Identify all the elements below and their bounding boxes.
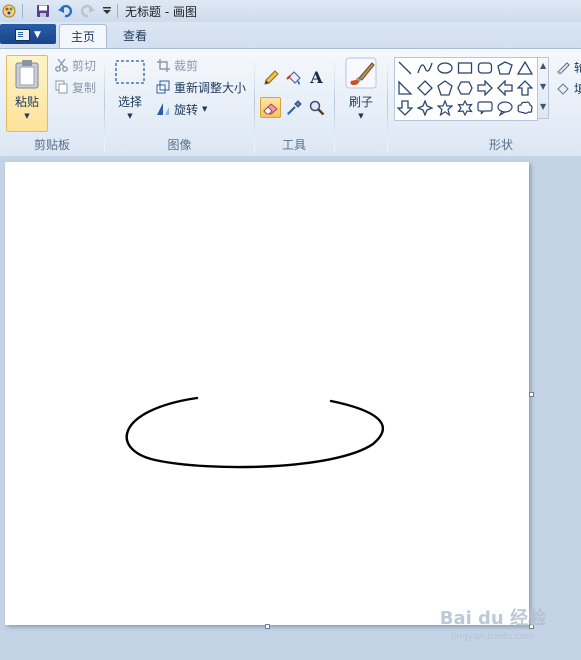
fill-label: 填 xyxy=(574,81,581,96)
more-shapes-icon[interactable]: ▼ xyxy=(540,102,546,111)
fill-icon[interactable] xyxy=(283,67,304,88)
drawn-open-ellipse xyxy=(125,396,385,469)
polygon-shape-icon[interactable] xyxy=(496,59,514,77)
paint-app-icon[interactable] xyxy=(1,3,17,19)
copy-label: 复制 xyxy=(72,80,97,95)
separator xyxy=(22,4,23,18)
window-title: 无标题 - 画图 xyxy=(125,5,197,19)
drawing-canvas[interactable] xyxy=(5,162,529,625)
baidu-watermark: Bai du 经验 jingyan.baidu.com xyxy=(440,610,546,646)
tools-group: A 工具 xyxy=(255,49,333,156)
oval-shape-icon[interactable] xyxy=(436,59,454,77)
rotate-label: 旋转 xyxy=(174,102,199,117)
customize-quick-access-icon[interactable] xyxy=(99,3,115,19)
chevron-down-icon: ▼ xyxy=(34,30,41,40)
rotate-button[interactable]: 旋转 ▼ xyxy=(155,100,207,118)
crop-label: 裁剪 xyxy=(174,58,199,73)
tab-view[interactable]: 查看 xyxy=(112,24,158,48)
line-shape-icon[interactable] xyxy=(396,59,414,77)
separator xyxy=(117,4,118,18)
up-arrow-shape-icon[interactable] xyxy=(516,79,534,97)
tab-home[interactable]: 主页 xyxy=(59,24,107,49)
copy-button[interactable]: 复制 xyxy=(53,78,96,96)
save-icon[interactable] xyxy=(35,3,51,19)
curve-shape-icon[interactable] xyxy=(416,59,434,77)
pentagon-shape-icon[interactable] xyxy=(436,79,454,97)
text-icon[interactable]: A xyxy=(306,67,327,88)
rounded-callout-shape-icon[interactable] xyxy=(476,99,494,117)
resize-button[interactable]: 重新调整大小 xyxy=(155,78,246,96)
tools-group-label: 工具 xyxy=(281,138,306,152)
cut-label: 剪切 xyxy=(72,58,97,73)
four-point-star-shape-icon[interactable] xyxy=(416,99,434,117)
resize-handle-bottom[interactable] xyxy=(265,624,270,629)
resize-handle-right[interactable] xyxy=(529,392,534,397)
cloud-callout-shape-icon[interactable] xyxy=(516,99,534,117)
chevron-down-icon: ▼ xyxy=(127,112,133,120)
selection-icon xyxy=(115,60,145,84)
scissors-icon xyxy=(53,57,69,73)
brushes-group: 刷子 ▼ xyxy=(335,49,386,156)
redo-icon[interactable] xyxy=(79,3,95,19)
oval-callout-shape-icon[interactable] xyxy=(496,99,514,117)
diamond-shape-icon[interactable] xyxy=(416,79,434,97)
left-arrow-shape-icon[interactable] xyxy=(496,79,514,97)
image-group: 选择 ▼ 裁剪 重新调整大小 旋转 ▼ 图像 xyxy=(105,49,254,156)
outline-button[interactable]: 轮 xyxy=(555,58,581,76)
eraser-icon[interactable] xyxy=(260,97,281,118)
select-label: 选择 xyxy=(117,95,142,109)
rectangle-shape-icon[interactable] xyxy=(456,59,474,77)
pencil-icon[interactable] xyxy=(260,67,281,88)
five-point-star-shape-icon[interactable] xyxy=(436,99,454,117)
brushes-button[interactable]: 刷子 ▼ xyxy=(340,55,382,132)
rotate-icon xyxy=(155,101,171,117)
shapes-gallery xyxy=(394,57,538,121)
crop-icon xyxy=(155,57,171,73)
hexagon-shape-icon[interactable] xyxy=(456,79,474,97)
title-bar: 无标题 - 画图 xyxy=(0,0,581,23)
menu-icon xyxy=(15,29,30,41)
outline-icon xyxy=(555,59,571,75)
copy-icon xyxy=(53,79,69,95)
magnifier-icon[interactable] xyxy=(306,97,327,118)
ribbon: 粘贴 ▼ 剪切 复制 剪贴板 选择 ▼ 裁剪 重新调整大小 旋转 ▼ 图像 A … xyxy=(0,48,581,157)
scroll-up-icon[interactable]: ▲ xyxy=(540,61,546,70)
clipboard-icon xyxy=(15,60,39,89)
crop-button[interactable]: 裁剪 xyxy=(155,56,198,74)
brush-icon xyxy=(345,57,377,89)
shape-fill-icon xyxy=(555,80,571,96)
paste-label: 粘贴 xyxy=(14,95,39,109)
fill-button[interactable]: 填 xyxy=(555,79,581,97)
image-group-label: 图像 xyxy=(167,138,192,152)
ribbon-tabs: ▼ 主页 查看 xyxy=(0,22,581,49)
shapes-scroll[interactable]: ▲ ▼ ▼ xyxy=(537,57,549,119)
outline-label: 轮 xyxy=(574,60,581,75)
clipboard-group-label: 剪贴板 xyxy=(33,138,70,152)
select-button[interactable]: 选择 ▼ xyxy=(111,55,149,132)
workspace: Bai du 经验 jingyan.baidu.com xyxy=(0,156,581,660)
cut-button[interactable]: 剪切 xyxy=(53,56,96,74)
chevron-down-icon: ▼ xyxy=(24,112,30,120)
shapes-group-label: 形状 xyxy=(488,138,513,152)
chevron-down-icon: ▼ xyxy=(202,105,208,113)
triangle-shape-icon[interactable] xyxy=(516,59,534,77)
resize-icon xyxy=(155,79,171,95)
undo-icon[interactable] xyxy=(57,3,73,19)
scroll-down-icon[interactable]: ▼ xyxy=(540,82,546,91)
right-triangle-shape-icon[interactable] xyxy=(396,79,414,97)
right-arrow-shape-icon[interactable] xyxy=(476,79,494,97)
paint-menu-button[interactable]: ▼ xyxy=(0,24,56,44)
color-picker-icon[interactable] xyxy=(283,97,304,118)
resize-label: 重新调整大小 xyxy=(174,80,247,95)
watermark-url: jingyan.baidu.com xyxy=(451,632,535,642)
down-arrow-shape-icon[interactable] xyxy=(396,99,414,117)
watermark-text: Bai du 经验 xyxy=(439,608,546,629)
six-point-star-shape-icon[interactable] xyxy=(456,99,474,117)
rounded-rectangle-shape-icon[interactable] xyxy=(476,59,494,77)
chevron-down-icon: ▼ xyxy=(358,112,364,120)
clipboard-group: 粘贴 ▼ 剪切 复制 剪贴板 xyxy=(0,49,104,156)
paste-button[interactable]: 粘贴 ▼ xyxy=(6,55,48,132)
brushes-label: 刷子 xyxy=(348,95,373,109)
